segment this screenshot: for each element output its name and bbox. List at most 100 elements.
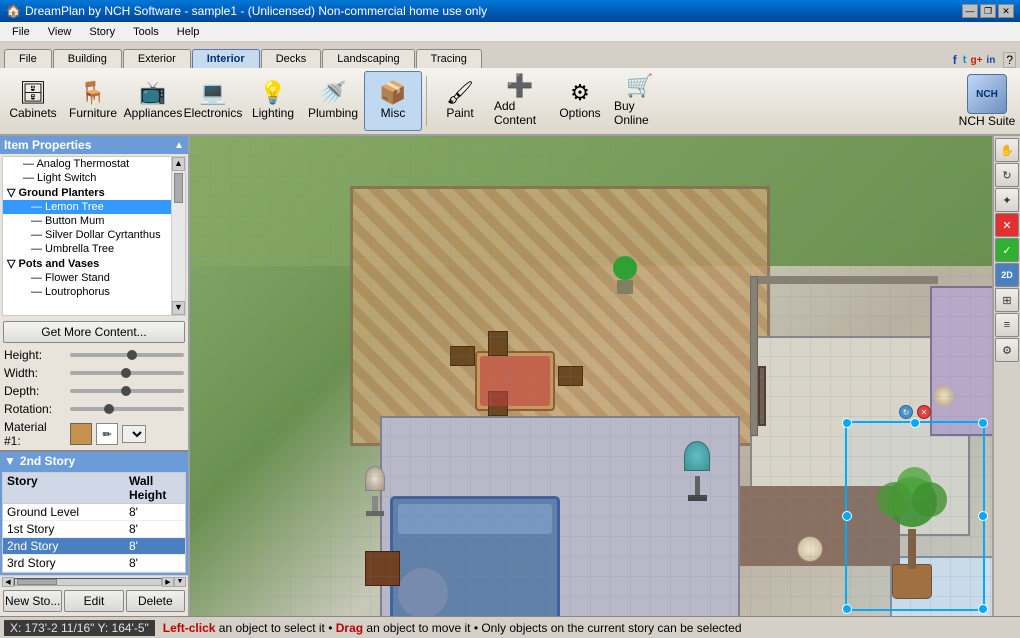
tab-file[interactable]: File [4,49,52,68]
tool-lighting[interactable]: 💡 Lighting [244,71,302,131]
width-slider[interactable] [70,371,184,375]
first-story-name: 1st Story [3,521,125,537]
tab-landscaping[interactable]: Landscaping [322,49,414,68]
tab-exterior[interactable]: Exterior [123,49,191,68]
height-slider[interactable] [70,353,184,357]
layers-btn[interactable]: ≡ [995,313,1019,337]
tab-building[interactable]: Building [53,49,122,68]
vscroll-down-story[interactable]: ▼ [174,577,186,587]
tree-item-lemon-tree[interactable]: — Lemon Tree [3,200,171,214]
tool-appliances[interactable]: 📺 Appliances [124,71,182,131]
tree-item-flower-stand[interactable]: — Flower Stand [3,271,171,285]
tree-item-light-switch[interactable]: — Light Switch [3,171,171,185]
help-icon-btn[interactable]: ? [1003,52,1016,68]
story-row-ground[interactable]: Ground Level 8' [3,504,185,521]
3d-viewport[interactable]: ↻ ✕ [190,136,992,616]
coords-text: X: 173'-2 11/16" Y: 164'-5" [10,621,149,635]
tree-scroll-up[interactable]: ▲ [172,157,185,171]
material-edit-btn[interactable]: ✏ [96,423,118,445]
tree-scroll-area[interactable]: — Analog Thermostat — Light Switch ▽ Gro… [3,157,171,315]
hscroll-right[interactable]: ▶ [162,577,174,587]
misc-label: Misc [381,106,406,120]
grid-btn[interactable]: ⊞ [995,288,1019,312]
close-button[interactable]: ✕ [998,4,1014,18]
edit-story-btn[interactable]: Edit [64,590,123,612]
new-story-btn[interactable]: New Sto... [3,590,62,612]
toolbar-right: NCH NCH Suite [958,71,1016,131]
canvas-area[interactable]: ↻ ✕ [190,136,992,616]
tree-scroll-down[interactable]: ▼ [172,301,185,315]
tool-furniture[interactable]: 🪑 Furniture [64,71,122,131]
tab-right-area: f t g+ in ? [953,52,1020,68]
story-section: ▼ 2nd Story Story Wall Height Ground Lev… [0,450,188,587]
menubar: File View Story Tools Help [0,22,1020,42]
story-row-1st[interactable]: 1st Story 8' [3,521,185,538]
delete-story-btn[interactable]: Delete [126,590,185,612]
2d-view-btn[interactable]: 2D [995,263,1019,287]
third-story-name: 3rd Story [3,555,125,571]
window-controls: — ❐ ✕ [962,4,1014,18]
rotation-slider[interactable] [70,407,184,411]
tree-item-silver-dollar[interactable]: — Silver Dollar Cyrtanthus [3,228,171,242]
rotate-btn[interactable]: ↻ [995,163,1019,187]
story-row-2nd[interactable]: 2nd Story 8' [3,538,185,555]
tool-plumbing[interactable]: 🚿 Plumbing [304,71,362,131]
item-properties-header: Item Properties ▲ [0,136,188,154]
story-header[interactable]: ▼ 2nd Story [0,452,188,470]
tab-tracing[interactable]: Tracing [416,49,482,68]
tool-add-content[interactable]: ➕ Add Content [491,71,549,131]
add-content-icon: ➕ [506,75,533,97]
menu-story[interactable]: Story [81,24,123,40]
tool-electronics[interactable]: 💻 Electronics [184,71,242,131]
appliances-label: Appliances [124,106,183,120]
tree-item-loutrophorus[interactable]: — Loutrophorus [3,285,171,299]
tool-buy-online[interactable]: 🛒 Buy Online [611,71,669,131]
tree-group-pots-vases[interactable]: ▽ Pots and Vases [3,256,171,271]
tool-paint[interactable]: 🖌 Paint [431,71,489,131]
social-linkedin[interactable]: in [986,55,995,66]
menu-tools[interactable]: Tools [125,24,167,40]
coordinates-display: X: 173'-2 11/16" Y: 164'-5" [4,620,155,636]
settings-right-btn[interactable]: ⚙ [995,338,1019,362]
plumbing-label: Plumbing [308,106,358,120]
hscroll-left[interactable]: ◀ [2,577,14,587]
height-label: Height: [4,348,66,362]
menu-view[interactable]: View [40,24,80,40]
confirm-btn[interactable]: ✓ [995,238,1019,262]
minimize-button[interactable]: — [962,4,978,18]
material-dropdown[interactable]: ▼ [122,425,146,443]
tree-item-button-mum[interactable]: — Button Mum [3,214,171,228]
item-properties-title: Item Properties [4,138,91,152]
menu-help[interactable]: Help [169,24,208,40]
status-part2: an object to move it • Only objects on t… [366,621,741,635]
appliances-icon: 📺 [139,82,166,104]
toolbar-separator [426,76,427,126]
story-row-3rd[interactable]: 3rd Story 8' [3,555,185,572]
panel-collapse-btn[interactable]: ▲ [174,140,184,151]
left-panel: Item Properties ▲ — Analog Thermostat — … [0,136,190,616]
tool-misc[interactable]: 📦 Misc [364,71,422,131]
restore-button[interactable]: ❐ [980,4,996,18]
status-message: Left-click an object to select it • Drag… [163,621,742,635]
hscroll-track[interactable] [14,578,162,586]
tree-item-analog-thermostat[interactable]: — Analog Thermostat [3,157,171,171]
tree-group-ground-planters[interactable]: ▽ Ground Planters [3,185,171,200]
move-btn[interactable]: ✦ [995,188,1019,212]
tab-interior[interactable]: Interior [192,49,260,68]
tree-scrollbar[interactable]: ▲ ▼ [171,157,185,315]
social-twitter[interactable]: t [963,54,967,66]
tab-decks[interactable]: Decks [261,49,322,68]
hand-tool-btn[interactable]: ✋ [995,138,1019,162]
depth-slider[interactable] [70,389,184,393]
tree-item-umbrella-tree[interactable]: — Umbrella Tree [3,242,171,256]
social-facebook[interactable]: f [953,53,957,67]
close-view-btn[interactable]: ✕ [995,213,1019,237]
material-swatch[interactable] [70,423,92,445]
story-scrollbar: ◀ ▶ ▼ [0,575,188,587]
nch-suite-btn[interactable]: NCH NCH Suite [958,71,1016,131]
social-google[interactable]: g+ [970,55,982,66]
tool-options[interactable]: ⚙ Options [551,71,609,131]
menu-file[interactable]: File [4,24,38,40]
tool-cabinets[interactable]: 🗄 Cabinets [4,71,62,131]
get-more-content-btn[interactable]: Get More Content... [3,321,185,343]
